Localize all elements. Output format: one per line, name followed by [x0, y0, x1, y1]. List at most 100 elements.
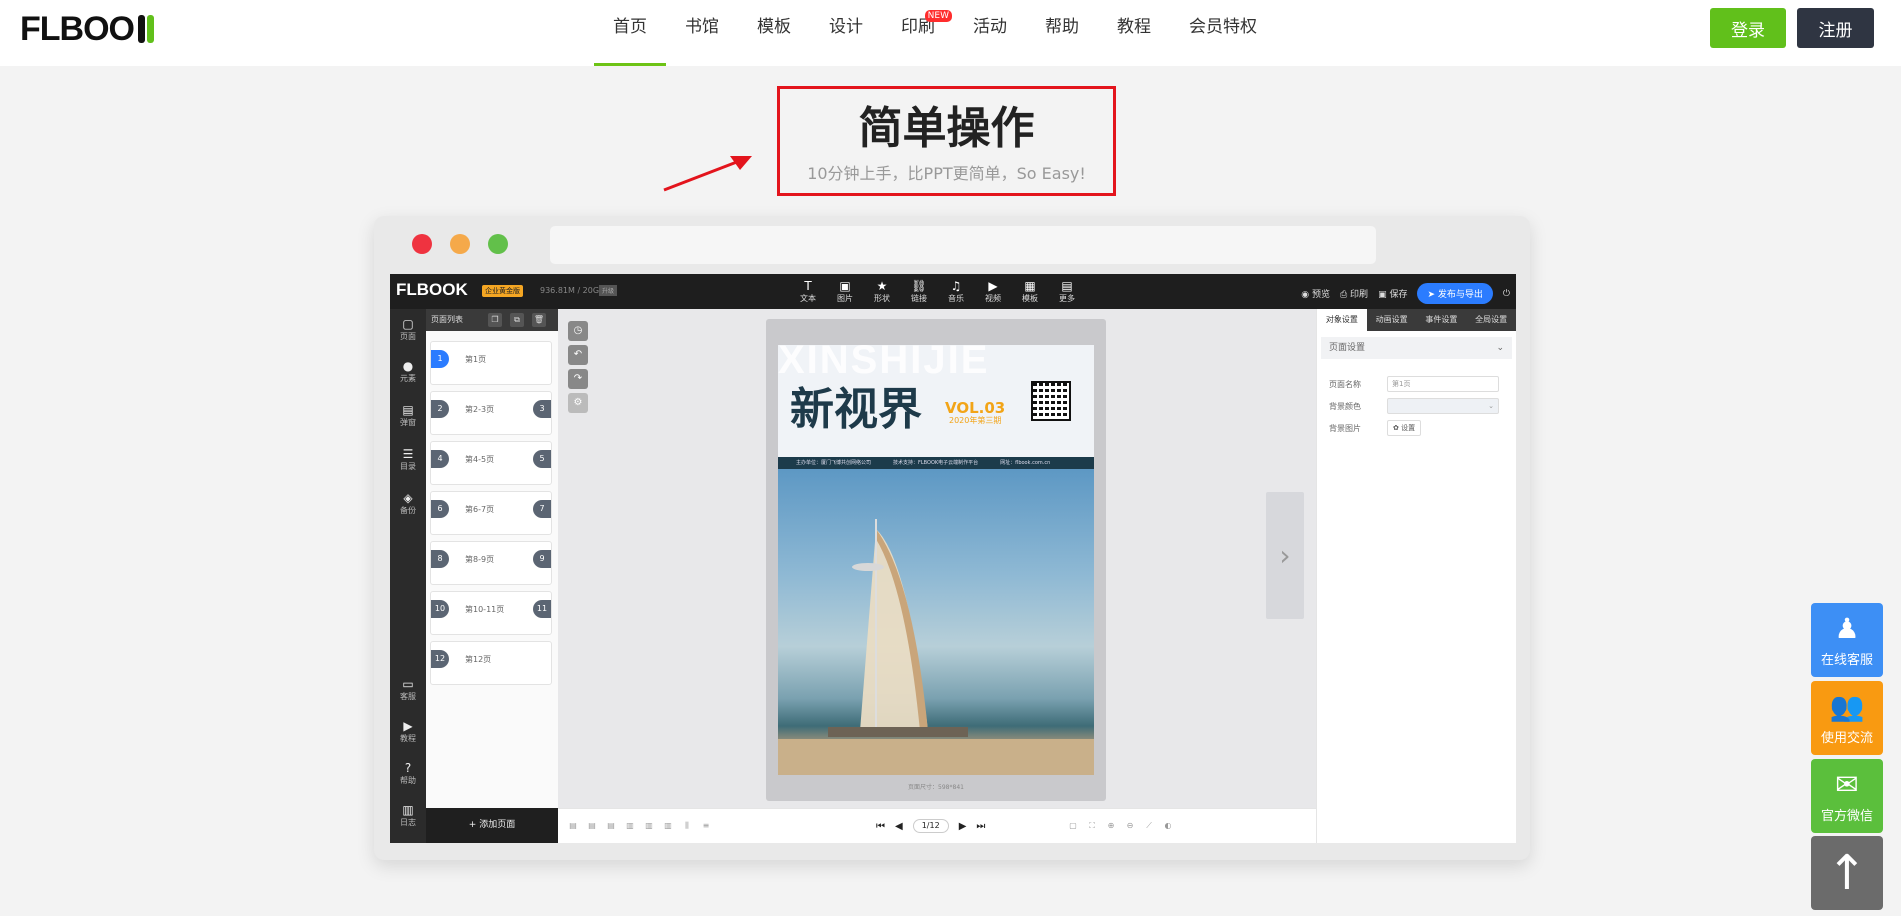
- nav-help[interactable]: 帮助: [1026, 0, 1098, 66]
- list-icon: ☰: [402, 447, 414, 461]
- tab-animation-settings[interactable]: 动画设置: [1367, 309, 1417, 331]
- magazine-cover[interactable]: XINSHIJIE 新视界 VOL.03 2020年第三期 主办单位：厦门飞博共…: [778, 345, 1094, 775]
- align-right-icon[interactable]: ▤: [606, 821, 616, 831]
- distribute-v-icon[interactable]: ≡: [701, 821, 711, 831]
- page-number-input[interactable]: 1/12: [912, 819, 949, 833]
- online-service-button[interactable]: ♟ 在线客服: [1811, 603, 1883, 677]
- align-center-icon[interactable]: ▤: [587, 821, 597, 831]
- sidebar-item-popups[interactable]: ▤ 弹窗: [390, 403, 426, 428]
- nav-templates[interactable]: 模板: [738, 0, 810, 66]
- last-page-icon[interactable]: ⏭: [976, 821, 985, 832]
- redo-icon[interactable]: ↷: [568, 369, 588, 389]
- send-icon: ➤: [1427, 290, 1438, 300]
- nav-design[interactable]: 设计: [810, 0, 882, 66]
- sidebar-item-elements[interactable]: ● 元素: [390, 359, 426, 384]
- sidebar-item-backup[interactable]: ◈ 备份: [390, 491, 426, 516]
- settings-icon[interactable]: ⚙: [568, 393, 588, 413]
- power-icon[interactable]: ⏻: [1503, 289, 1510, 299]
- page-name-input[interactable]: 第1页: [1387, 376, 1499, 392]
- align-left-icon[interactable]: ▤: [568, 821, 578, 831]
- tool-video[interactable]: ▶ 视频: [977, 279, 1009, 304]
- next-page-arrow-icon[interactable]: ›: [1266, 492, 1304, 619]
- nav-library[interactable]: 书馆: [666, 0, 738, 66]
- zoom-in-icon[interactable]: ⊕: [1106, 821, 1116, 831]
- sidebar-item-tutorial[interactable]: ▶ 教程: [390, 719, 426, 744]
- duplicate-page-icon[interactable]: ⧉: [510, 313, 524, 327]
- prev-page-icon[interactable]: ◀: [895, 821, 903, 832]
- bg-image-label: 背景图片: [1329, 424, 1361, 433]
- page-thumb[interactable]: 4 第4-5页 5: [430, 441, 552, 485]
- chevron-down-icon: ⌄: [1488, 402, 1494, 410]
- save-button[interactable]: ▣ 保存: [1378, 287, 1407, 300]
- element-icon: ●: [402, 359, 414, 373]
- zoom-out-icon[interactable]: ⊖: [1125, 821, 1135, 831]
- tool-music[interactable]: ♫ 音乐: [940, 279, 972, 304]
- nav-home[interactable]: 首页: [594, 0, 666, 66]
- first-page-icon[interactable]: ⏮: [876, 821, 885, 832]
- print-button[interactable]: ⎙ 印刷: [1340, 287, 1368, 300]
- tab-object-settings[interactable]: 对象设置: [1317, 309, 1367, 331]
- cover-photo: [778, 469, 1094, 775]
- sidebar-item-support[interactable]: ▭ 客服: [390, 677, 426, 702]
- bg-color-select[interactable]: ⌄: [1387, 398, 1499, 414]
- delete-page-icon[interactable]: 🗑: [532, 313, 546, 327]
- editor-sidebar: ▢ 页面 ● 元素 ▤ 弹窗 ☰ 目录 ◈ 备份 ▭ 客服 ▶ 教程 ? 帮助 ▥ 日志: [390, 309, 426, 843]
- tool-text[interactable]: T 文本: [792, 279, 824, 304]
- upgrade-button[interactable]: 升级: [599, 285, 618, 296]
- page-icon[interactable]: ▢: [1068, 821, 1078, 831]
- sidebar-item-pages[interactable]: ▢ 页面: [390, 317, 426, 342]
- tool-shape[interactable]: ★ 形状: [866, 279, 898, 304]
- tool-link[interactable]: ⛓ 链接: [903, 279, 935, 304]
- publish-button[interactable]: ➤ 发布与导出: [1417, 283, 1493, 304]
- nav-membership[interactable]: 会员特权: [1170, 0, 1276, 66]
- tool-image[interactable]: ▣ 图片: [829, 279, 861, 304]
- align-bottom-icon[interactable]: ▥: [663, 821, 673, 831]
- template-icon: ▦: [1024, 279, 1036, 293]
- music-icon: ♫: [950, 279, 962, 293]
- tab-event-settings[interactable]: 事件设置: [1417, 309, 1467, 331]
- nav-events[interactable]: 活动: [954, 0, 1026, 66]
- page-settings-section[interactable]: 页面设置 ⌄: [1321, 337, 1512, 359]
- fit-icon[interactable]: ⛶: [1087, 821, 1097, 831]
- popup-icon: ▤: [402, 403, 414, 417]
- undo-icon[interactable]: ↶: [568, 345, 588, 365]
- storage-usage: 936.81M / 20G: [540, 286, 600, 295]
- sidebar-item-toc[interactable]: ☰ 目录: [390, 447, 426, 472]
- play-circle-icon: ▶: [403, 719, 413, 733]
- page-thumb[interactable]: 2 第2-3页 3: [430, 391, 552, 435]
- more-icon: ▤: [1061, 279, 1073, 293]
- register-button[interactable]: 注册: [1797, 8, 1874, 48]
- nav-print[interactable]: 印刷 NEW: [882, 0, 954, 66]
- site-logo[interactable]: FLBOO: [20, 10, 160, 48]
- align-middle-icon[interactable]: ▥: [644, 821, 654, 831]
- next-page-icon[interactable]: ▶: [959, 821, 967, 832]
- ruler-icon[interactable]: ⟋: [1144, 821, 1154, 831]
- address-bar: [550, 226, 1376, 264]
- page-thumb[interactable]: 6 第6-7页 7: [430, 491, 552, 535]
- contrast-icon[interactable]: ◐: [1163, 821, 1173, 831]
- save-icon: ▣: [1378, 290, 1390, 300]
- page-thumb[interactable]: 12 第12页: [430, 641, 552, 685]
- properties-panel: 对象设置 动画设置 事件设置 全局设置 页面设置 ⌄ 页面名称 第1页 背景颜色…: [1316, 309, 1516, 843]
- tab-global-settings[interactable]: 全局设置: [1466, 309, 1516, 331]
- bg-image-button[interactable]: ✿ 设置: [1387, 420, 1422, 436]
- page-thumb[interactable]: 10 第10-11页 11: [430, 591, 552, 635]
- back-to-top-button[interactable]: ↑: [1811, 836, 1883, 910]
- user-community-button[interactable]: 👥 使用交流: [1811, 681, 1883, 755]
- tool-template[interactable]: ▦ 模板: [1014, 279, 1046, 304]
- official-wechat-button[interactable]: ✉ 官方微信: [1811, 759, 1883, 833]
- copy-page-icon[interactable]: ❐: [488, 313, 502, 327]
- nav-tutorials[interactable]: 教程: [1098, 0, 1170, 66]
- page-thumb[interactable]: 1 第1页: [430, 341, 552, 385]
- preview-button[interactable]: ◉ 预览: [1301, 287, 1330, 300]
- page-thumb[interactable]: 8 第8-9页 9: [430, 541, 552, 585]
- sidebar-item-help[interactable]: ? 帮助: [390, 761, 426, 786]
- align-top-icon[interactable]: ▥: [625, 821, 635, 831]
- history-icon[interactable]: ◷: [568, 321, 588, 341]
- tool-more[interactable]: ▤ 更多: [1051, 279, 1083, 304]
- distribute-h-icon[interactable]: ⫼: [682, 821, 692, 831]
- cover-info-bar: 主办单位：厦门飞博共创网络公司 技术支持：FLBOOK电子云端制作平台 网址：f…: [778, 457, 1094, 469]
- login-button[interactable]: 登录: [1710, 8, 1786, 48]
- add-page-button[interactable]: + 添加页面: [426, 808, 558, 843]
- sidebar-item-log[interactable]: ▥ 日志: [390, 803, 426, 828]
